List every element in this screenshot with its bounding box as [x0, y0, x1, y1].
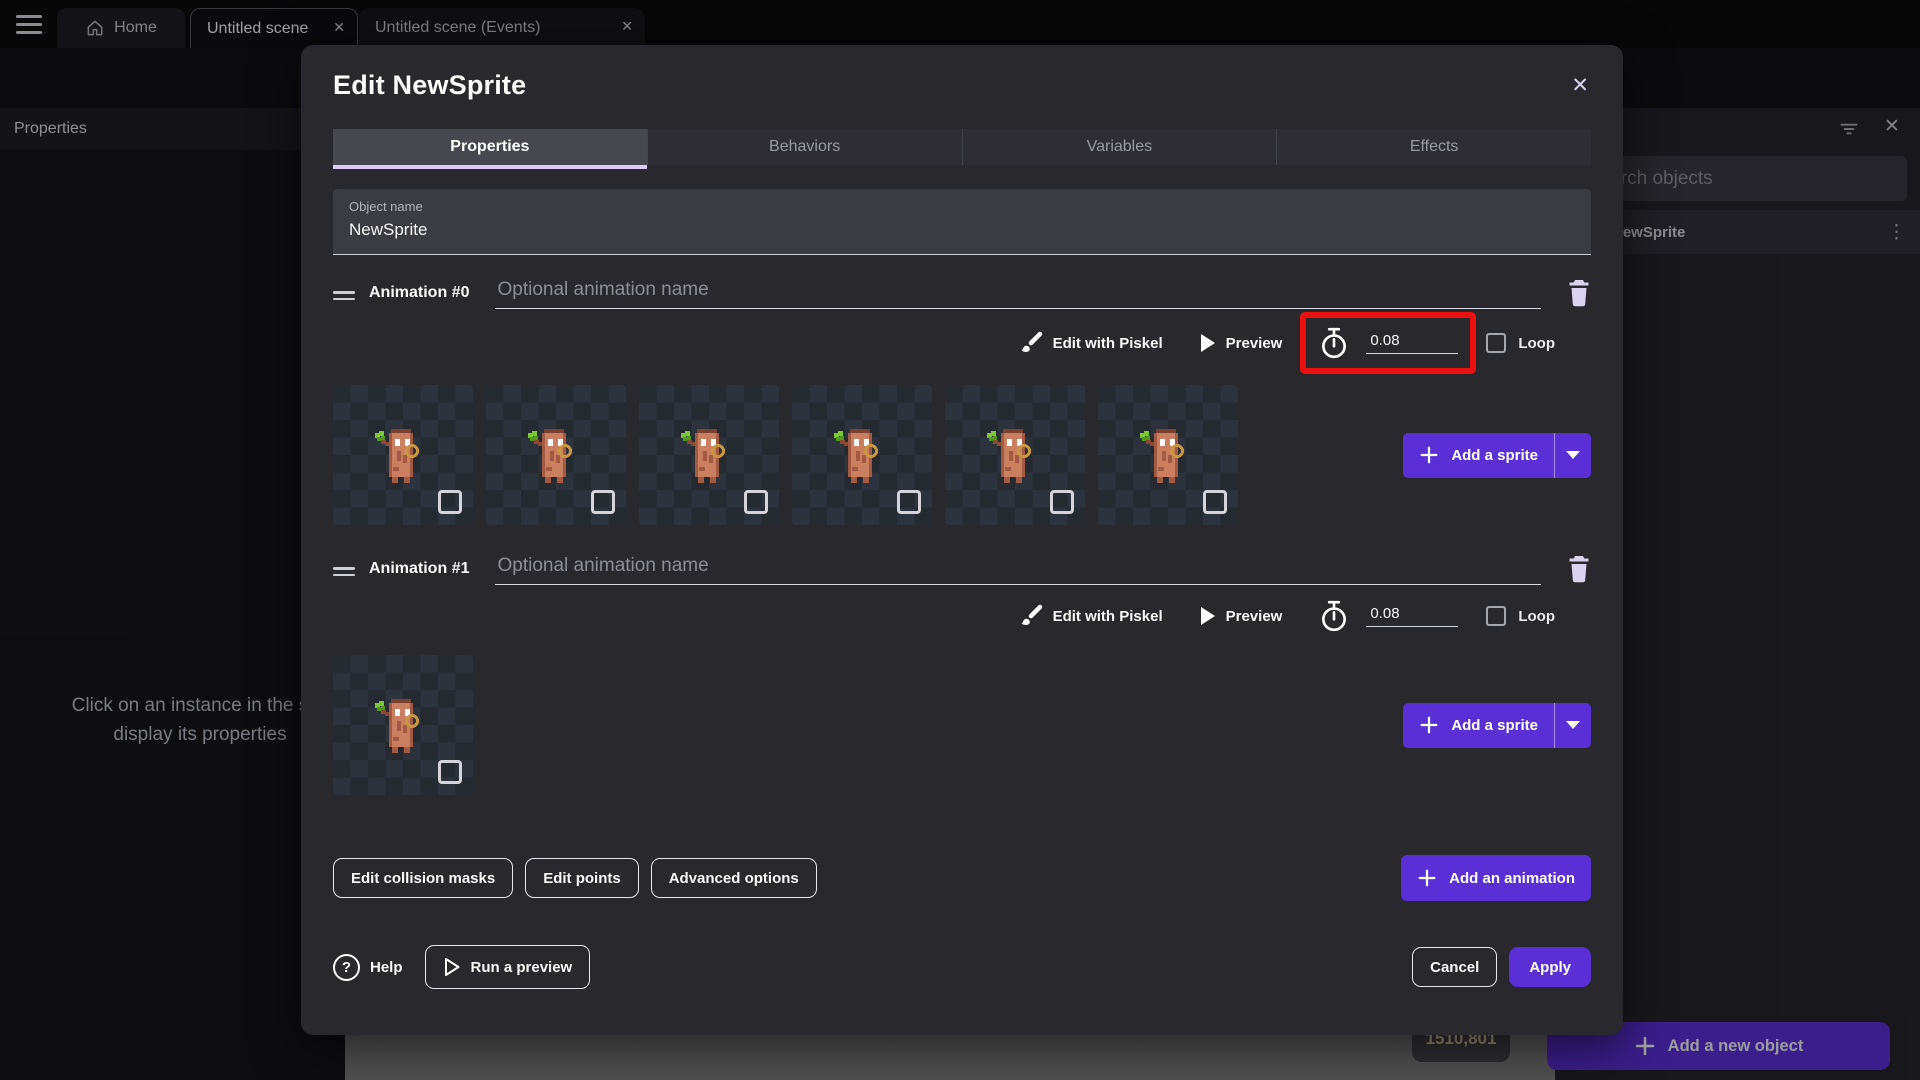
- sprite-thumbnail: [681, 429, 725, 483]
- close-dialog-icon[interactable]: ✕: [1571, 73, 1589, 98]
- sprite-thumbnail: [987, 429, 1031, 483]
- drag-handle-icon[interactable]: [333, 287, 355, 300]
- object-name-label: Object name: [349, 199, 423, 214]
- help-button[interactable]: Help: [370, 959, 403, 976]
- animation-section-0: Animation #0 Edit with Piskel Preview: [333, 275, 1591, 525]
- object-name-value: NewSprite: [349, 220, 428, 239]
- sprite-thumbnail: [375, 429, 419, 483]
- tab-effects[interactable]: Effects: [1276, 129, 1591, 165]
- sprite-frame-tile[interactable]: [333, 655, 473, 795]
- sprite-frame-tile[interactable]: [333, 385, 473, 525]
- dialog-tab-bar: Properties Behaviors Variables Effects: [333, 129, 1591, 169]
- animation-name-field: [495, 555, 1541, 585]
- add-a-sprite-button[interactable]: Add a sprite: [1403, 432, 1591, 478]
- sprite-thumbnail: [834, 429, 878, 483]
- frame-select-checkbox[interactable]: [1050, 490, 1074, 514]
- time-between-frames-input[interactable]: [1366, 332, 1459, 354]
- tab-variables[interactable]: Variables: [961, 129, 1277, 165]
- add-a-sprite-button[interactable]: Add a sprite: [1403, 702, 1591, 748]
- tab-behaviors[interactable]: Behaviors: [646, 129, 962, 165]
- run-a-preview-button[interactable]: Run a preview: [424, 945, 591, 989]
- sprite-frame-tile[interactable]: [945, 385, 1085, 525]
- delete-animation-icon[interactable]: [1567, 555, 1591, 583]
- brush-icon: [1020, 604, 1042, 625]
- loop-label: Loop: [1518, 607, 1555, 625]
- time-between-frames-group: [1300, 585, 1476, 647]
- object-name-field[interactable]: Object name NewSprite: [333, 189, 1591, 255]
- help-icon[interactable]: ?: [333, 953, 360, 981]
- edit-object-dialog: Edit NewSprite ✕ Properties Behaviors Va…: [301, 45, 1623, 1035]
- time-between-frames-input[interactable]: [1366, 605, 1459, 627]
- chevron-down-icon: [1566, 451, 1580, 459]
- frame-select-checkbox[interactable]: [744, 490, 768, 514]
- sprite-frame-tile[interactable]: [1098, 385, 1238, 525]
- animation-title: Animation #1: [369, 560, 470, 577]
- advanced-options-button[interactable]: Advanced options: [650, 858, 817, 898]
- time-between-frames-highlight: [1300, 312, 1477, 374]
- animation-section-1: Animation #1 Edit with Piskel Preview: [333, 551, 1591, 795]
- plus-icon: [1418, 869, 1436, 887]
- edit-collision-masks-button[interactable]: Edit collision masks: [333, 858, 514, 898]
- frame-select-checkbox[interactable]: [897, 490, 921, 514]
- apply-button[interactable]: Apply: [1509, 947, 1591, 987]
- stopwatch-icon: [1322, 327, 1347, 359]
- delete-animation-icon[interactable]: [1567, 279, 1591, 307]
- preview-button[interactable]: Preview: [1226, 608, 1283, 625]
- frame-select-checkbox[interactable]: [1203, 490, 1227, 514]
- frame-select-checkbox[interactable]: [438, 760, 462, 784]
- sprite-frame-tile[interactable]: [639, 385, 779, 525]
- tab-properties[interactable]: Properties: [333, 129, 647, 169]
- animation-name-field: [495, 279, 1541, 309]
- loop-label: Loop: [1518, 334, 1555, 352]
- chevron-down-icon: [1566, 721, 1580, 729]
- play-outline-icon: [444, 958, 460, 976]
- brush-icon: [1020, 331, 1042, 352]
- sprite-thumbnail: [1140, 429, 1184, 483]
- preview-button[interactable]: Preview: [1226, 335, 1283, 352]
- stopwatch-icon: [1322, 600, 1347, 632]
- frame-select-checkbox[interactable]: [438, 490, 462, 514]
- animation-title: Animation #0: [369, 284, 470, 301]
- frames-list: [333, 655, 473, 795]
- plus-icon: [1420, 716, 1438, 734]
- add-sprite-menu-button[interactable]: [1555, 721, 1591, 729]
- play-icon: [1200, 334, 1215, 352]
- sprite-thumbnail: [528, 429, 572, 483]
- cancel-button[interactable]: Cancel: [1412, 947, 1498, 987]
- play-icon: [1200, 607, 1215, 625]
- animation-name-input[interactable]: [495, 279, 1541, 308]
- edit-with-piskel-button[interactable]: Edit with Piskel: [1053, 608, 1163, 625]
- gdevelop-app: Home Untitled scene ✕ Untitled scene (Ev…: [0, 0, 1920, 1080]
- plus-icon: [1420, 446, 1438, 464]
- edit-with-piskel-button[interactable]: Edit with Piskel: [1053, 335, 1163, 352]
- edit-points-button[interactable]: Edit points: [525, 858, 639, 898]
- frames-list: [333, 385, 1238, 525]
- frame-select-checkbox[interactable]: [591, 490, 615, 514]
- sprite-thumbnail: [375, 699, 419, 753]
- animation-name-input[interactable]: [495, 555, 1541, 584]
- add-sprite-menu-button[interactable]: [1555, 451, 1591, 459]
- loop-checkbox[interactable]: [1486, 333, 1507, 353]
- sprite-frame-tile[interactable]: [792, 385, 932, 525]
- dialog-title: Edit NewSprite: [333, 70, 527, 100]
- add-an-animation-button[interactable]: Add an animation: [1401, 855, 1591, 901]
- drag-handle-icon[interactable]: [333, 563, 355, 576]
- sprite-frame-tile[interactable]: [486, 385, 626, 525]
- loop-checkbox[interactable]: [1486, 606, 1507, 626]
